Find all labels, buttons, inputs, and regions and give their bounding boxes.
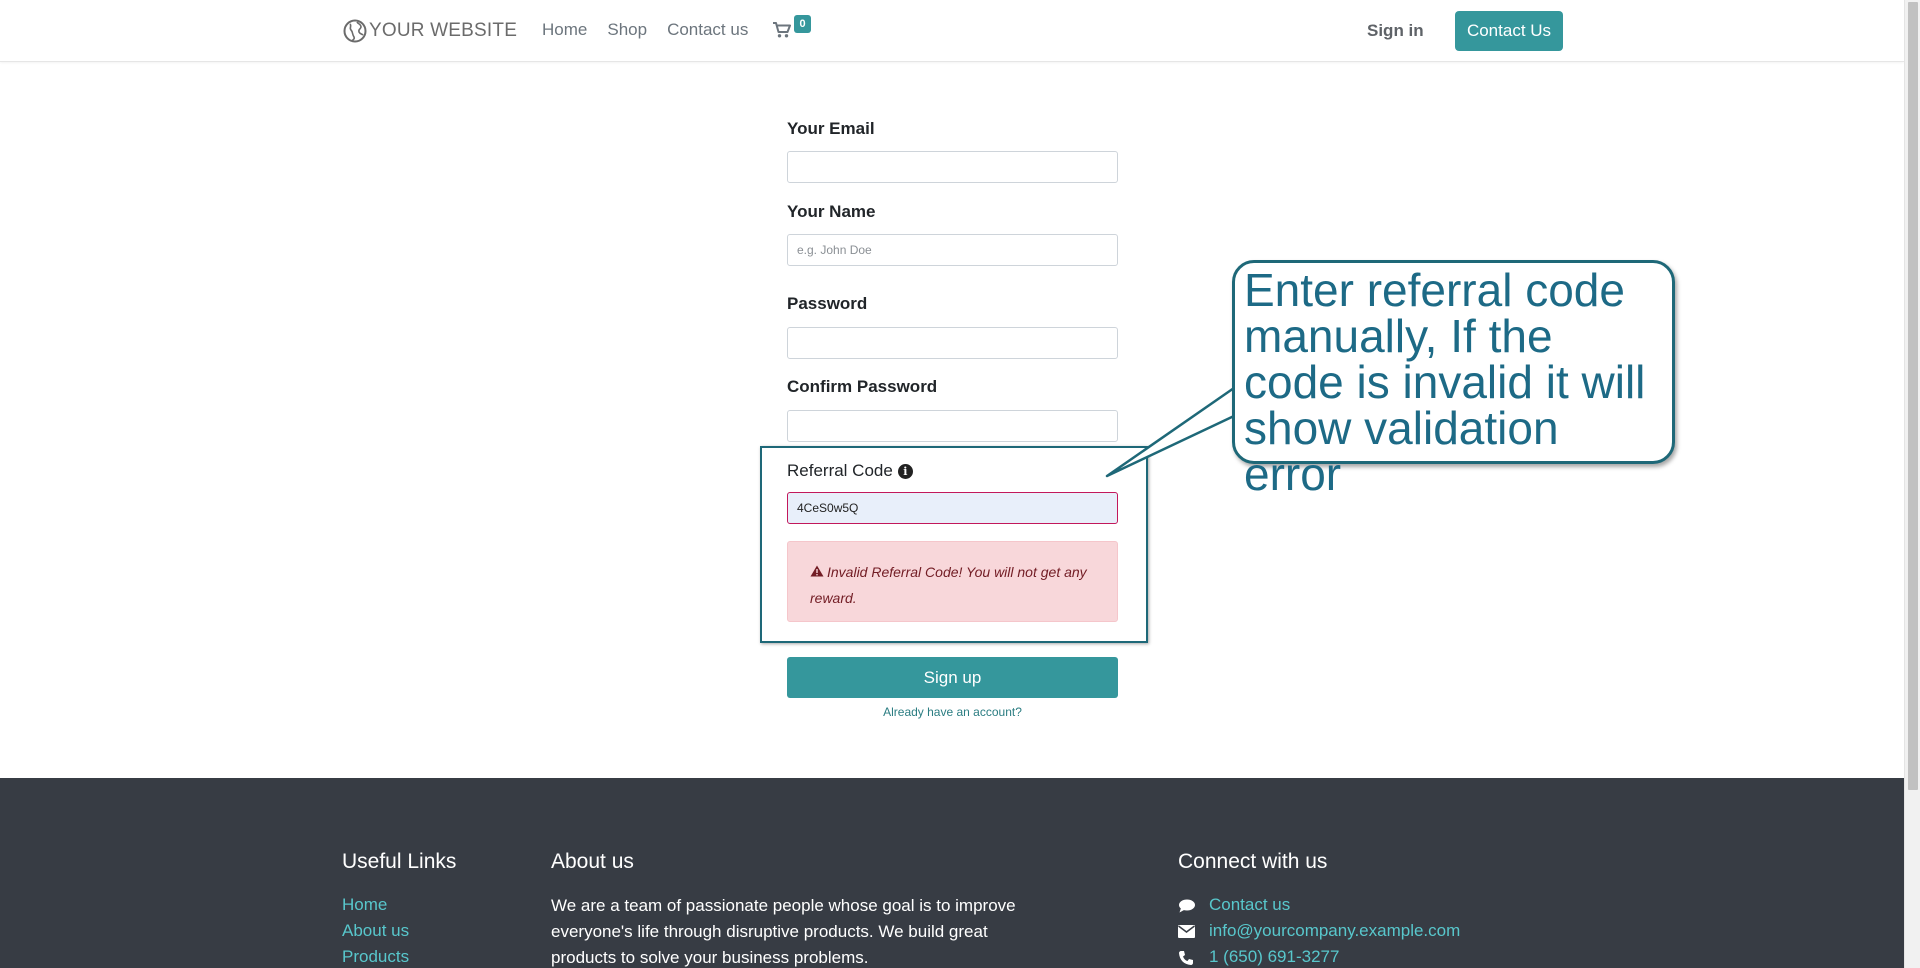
envelope-icon <box>1178 925 1196 943</box>
footer-link-home[interactable]: Home <box>342 895 387 915</box>
nav-contact-us[interactable]: Contact us <box>667 20 748 40</box>
sign-up-button[interactable]: Sign up <box>787 657 1118 698</box>
name-label: Your Name <box>787 202 876 221</box>
email-field[interactable] <box>787 151 1118 183</box>
nav-shop[interactable]: Shop <box>607 20 647 40</box>
main-nav: Home Shop Contact us <box>542 20 768 40</box>
vertical-scrollbar[interactable] <box>1904 0 1920 968</box>
footer-link-products[interactable]: Products <box>342 947 409 967</box>
footer-link-about-us[interactable]: About us <box>342 921 409 941</box>
shopping-cart-icon <box>773 22 791 38</box>
connect-title: Connect with us <box>1178 850 1328 873</box>
contact-us-button[interactable]: Contact Us <box>1455 11 1563 51</box>
about-us-text: We are a team of passionate people whose… <box>551 896 1016 967</box>
error-message: Invalid Referral Code! You will not get … <box>810 564 1087 606</box>
footer-phone-link[interactable]: 1 (650) 691-3277 <box>1209 947 1339 967</box>
password-field[interactable] <box>787 327 1118 359</box>
name-field[interactable] <box>787 234 1118 266</box>
warning-icon <box>810 559 824 585</box>
annotation-callout: Enter referral code manually, If the cod… <box>1232 260 1675 497</box>
callout-pointer <box>1105 386 1235 478</box>
globe-icon <box>343 19 367 43</box>
logo-text: YOUR WEBSITE <box>369 20 518 41</box>
scrollbar-thumb[interactable] <box>1908 2 1918 790</box>
nav-home[interactable]: Home <box>542 20 587 40</box>
cart-link[interactable]: 0 <box>773 15 813 44</box>
already-have-account-link[interactable]: Already have an account? <box>787 705 1118 719</box>
confirm-password-field[interactable] <box>787 410 1118 442</box>
password-label: Password <box>787 294 868 313</box>
footer-email-link[interactable]: info@yourcompany.example.com <box>1209 921 1460 941</box>
info-icon[interactable]: i <box>897 463 913 479</box>
footer-contact-us-link[interactable]: Contact us <box>1209 895 1290 915</box>
top-navbar: YOUR WEBSITE Home Shop Contact us 0 Sign… <box>0 0 1904 62</box>
sign-in-link[interactable]: Sign in <box>1367 21 1424 41</box>
phone-icon <box>1178 950 1196 968</box>
referral-code-label: Referral Code <box>787 461 893 480</box>
email-label: Your Email <box>787 119 875 138</box>
referral-code-label-row: Referral Code i <box>787 461 913 481</box>
useful-links-title: Useful Links <box>342 850 457 873</box>
cart-count-badge: 0 <box>794 15 811 33</box>
referral-code-field[interactable] <box>787 492 1118 524</box>
confirm-password-label: Confirm Password <box>787 377 938 396</box>
referral-error-alert: Invalid Referral Code! You will not get … <box>787 541 1118 622</box>
comment-icon <box>1178 898 1196 916</box>
about-us-title: About us <box>551 850 634 873</box>
site-logo[interactable]: YOUR WEBSITE <box>343 17 517 45</box>
callout-text: Enter referral code manually, If the cod… <box>1244 264 1646 500</box>
